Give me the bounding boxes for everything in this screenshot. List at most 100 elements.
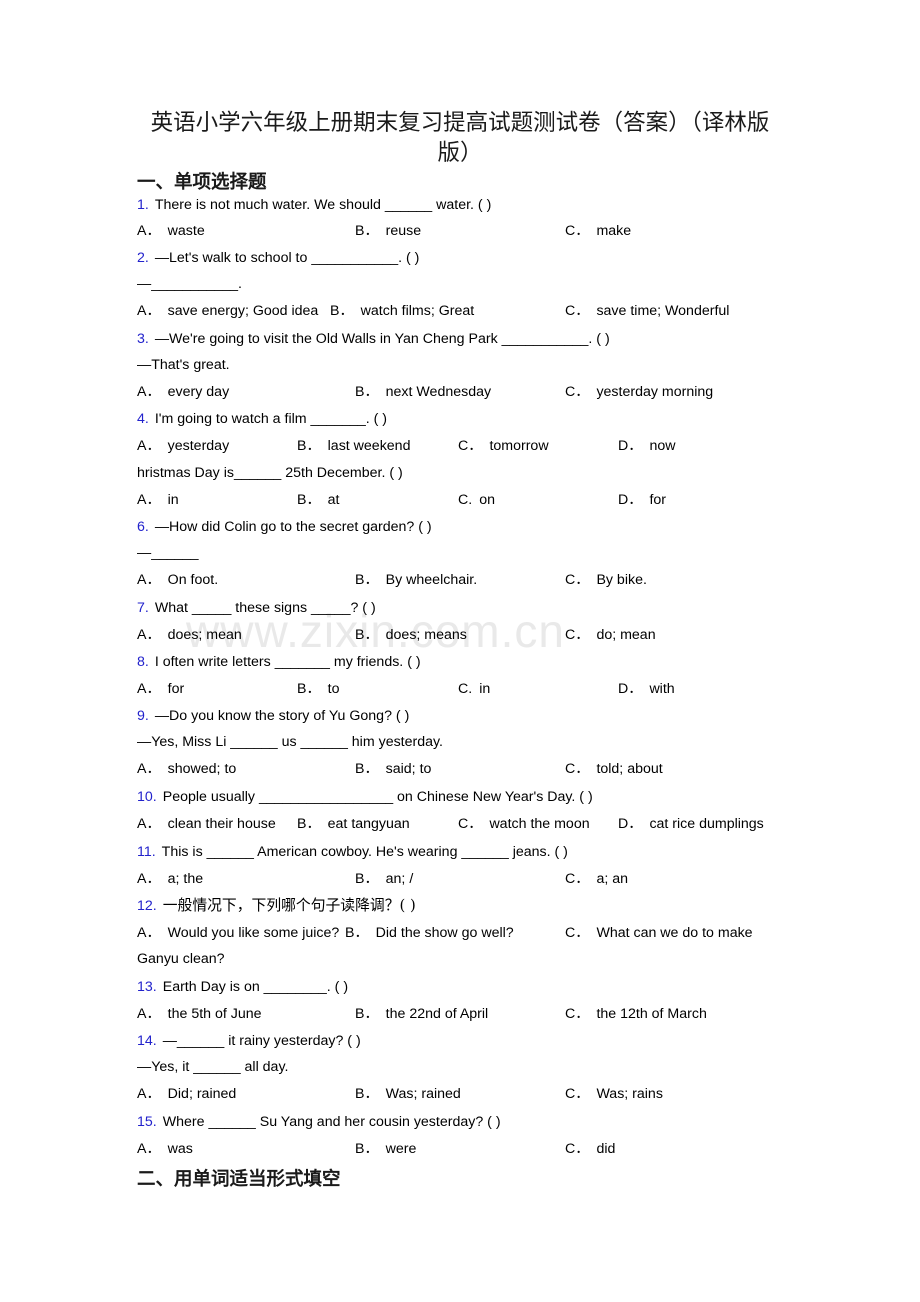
option-letter: B． — [297, 492, 321, 508]
option-c[interactable]: C． do; mean — [565, 622, 656, 648]
option-c[interactable]: C． make — [565, 218, 631, 244]
question-number: 12. — [137, 898, 157, 914]
option-c[interactable]: C． Was; rains — [565, 1081, 663, 1107]
question-text: —That's great. — [137, 357, 230, 373]
option-a[interactable]: A． in — [137, 487, 179, 513]
option-d[interactable]: D． cat rice dumplings — [618, 811, 764, 837]
option-a[interactable]: A． Did; rained — [137, 1081, 236, 1107]
question-number: 14. — [137, 1033, 157, 1049]
option-c[interactable]: C． the 12th of March — [565, 1001, 707, 1027]
option-b[interactable]: B． Did the show go well? — [345, 920, 514, 946]
option-text: eat tangyuan — [327, 816, 410, 832]
option-a[interactable]: A． yesterday — [137, 433, 229, 459]
option-text: clean their house — [167, 816, 276, 832]
option-letter: B． — [355, 1141, 379, 1157]
option-letter: C． — [565, 1141, 590, 1157]
question-stem: 10. People usually _________________ on C… — [137, 784, 817, 810]
option-text: do; mean — [596, 627, 656, 643]
option-text: cat rice dumplings — [649, 816, 764, 832]
option-d[interactable]: D． for — [618, 487, 666, 513]
option-letter: A． — [137, 492, 161, 508]
option-text: did — [596, 1141, 616, 1157]
option-c[interactable]: C． told; about — [565, 756, 663, 782]
question-number: 15. — [137, 1114, 157, 1130]
option-a[interactable]: A． Would you like some juice? — [137, 920, 339, 946]
option-a[interactable]: A． does; mean — [137, 622, 242, 648]
option-text: told; about — [596, 761, 663, 777]
option-d[interactable]: D． now — [618, 433, 675, 459]
option-c[interactable]: C． save time; Wonderful — [565, 298, 729, 324]
question-text: People usually _________________ on Chin… — [162, 789, 593, 805]
option-text: for — [649, 492, 666, 508]
option-c[interactable]: C． yesterday morning — [565, 379, 713, 405]
option-letter: D． — [618, 816, 643, 832]
option-text: now — [649, 438, 676, 454]
option-text: yesterday — [167, 438, 230, 454]
option-b[interactable]: B． By wheelchair. — [355, 567, 477, 593]
option-a[interactable]: A． the 5th of June — [137, 1001, 262, 1027]
option-b[interactable]: B． watch films; Great — [330, 298, 474, 324]
question-stem: hristmas Day is______ 25th December. ( ) — [137, 460, 817, 486]
option-b[interactable]: B． reuse — [355, 218, 421, 244]
option-a[interactable]: A． save energy; Good idea — [137, 298, 318, 324]
question-text: Earth Day is on ________. ( ) — [162, 979, 349, 995]
question-text: What _____ these signs _____? ( ) — [154, 600, 376, 616]
option-c[interactable]: C． By bike. — [565, 567, 647, 593]
option-b[interactable]: B． next Wednesday — [355, 379, 491, 405]
option-letter: B． — [355, 572, 379, 588]
option-letter: B． — [355, 223, 379, 239]
option-a[interactable]: A． for — [137, 676, 184, 702]
question-number: 2. — [137, 250, 149, 266]
option-c[interactable]: C. in — [458, 676, 490, 702]
question-stem: 14. —______ it rainy yesterday? ( ) — [137, 1028, 817, 1054]
option-letter: B． — [355, 761, 379, 777]
question-number: 11. — [137, 844, 156, 860]
option-a[interactable]: A． showed; to — [137, 756, 236, 782]
option-letter: C. — [458, 492, 473, 508]
option-a[interactable]: A． waste — [137, 218, 205, 244]
option-text: By wheelchair. — [385, 572, 478, 588]
option-b[interactable]: B． the 22nd of April — [355, 1001, 488, 1027]
option-b[interactable]: B． to — [297, 676, 340, 702]
option-b[interactable]: B． at — [297, 487, 340, 513]
question-number: 1. — [137, 197, 149, 213]
option-letter: C． — [565, 761, 590, 777]
option-b[interactable]: B． said; to — [355, 756, 431, 782]
question-text: This is ______ American cowboy. He's wea… — [161, 844, 568, 860]
option-text: to — [327, 681, 340, 697]
option-letter: C． — [565, 303, 590, 319]
question-text: —Yes, it ______ all day. — [137, 1059, 289, 1075]
option-c[interactable]: C． a; an — [565, 866, 628, 892]
option-c[interactable]: C． watch the moon — [458, 811, 590, 837]
option-letter: A． — [137, 925, 161, 941]
option-b[interactable]: B． does; means — [355, 622, 467, 648]
option-letter: B． — [355, 1086, 379, 1102]
document-page: 英语小学六年级上册期末复习提高试题测试卷（答案）（译林版版） 一、单项选择题 1… — [0, 0, 920, 1302]
option-b[interactable]: B． an; / — [355, 866, 413, 892]
option-d[interactable]: D． with — [618, 676, 675, 702]
option-a[interactable]: A． On foot. — [137, 567, 218, 593]
option-b[interactable]: B． last weekend — [297, 433, 410, 459]
option-c[interactable]: C. on — [458, 487, 495, 513]
option-a[interactable]: A． clean their house — [137, 811, 276, 837]
option-b[interactable]: B． Was; rained — [355, 1081, 461, 1107]
option-text: the 12th of March — [596, 1006, 707, 1022]
option-a[interactable]: A． every day — [137, 379, 229, 405]
option-letter: C． — [458, 816, 483, 832]
option-c[interactable]: C． did — [565, 1136, 615, 1162]
option-b[interactable]: B． were — [355, 1136, 416, 1162]
option-letter: C． — [565, 925, 590, 941]
option-text: in — [479, 681, 491, 697]
question-continuation: —___________. — [137, 271, 817, 297]
option-letter: C． — [565, 1006, 590, 1022]
option-letter: C． — [565, 384, 590, 400]
option-letter: B． — [355, 627, 379, 643]
option-a[interactable]: A． was — [137, 1136, 193, 1162]
question-stem: 1. There is not much water. We should ___… — [137, 192, 817, 218]
option-c[interactable]: C． What can we do to make — [565, 920, 753, 946]
option-b[interactable]: B． eat tangyuan — [297, 811, 410, 837]
question-text: —______ — [137, 545, 199, 561]
option-a[interactable]: A． a; the — [137, 866, 203, 892]
question-text: —Yes, Miss Li ______ us ______ him yeste… — [137, 734, 443, 750]
option-c[interactable]: C． tomorrow — [458, 433, 549, 459]
